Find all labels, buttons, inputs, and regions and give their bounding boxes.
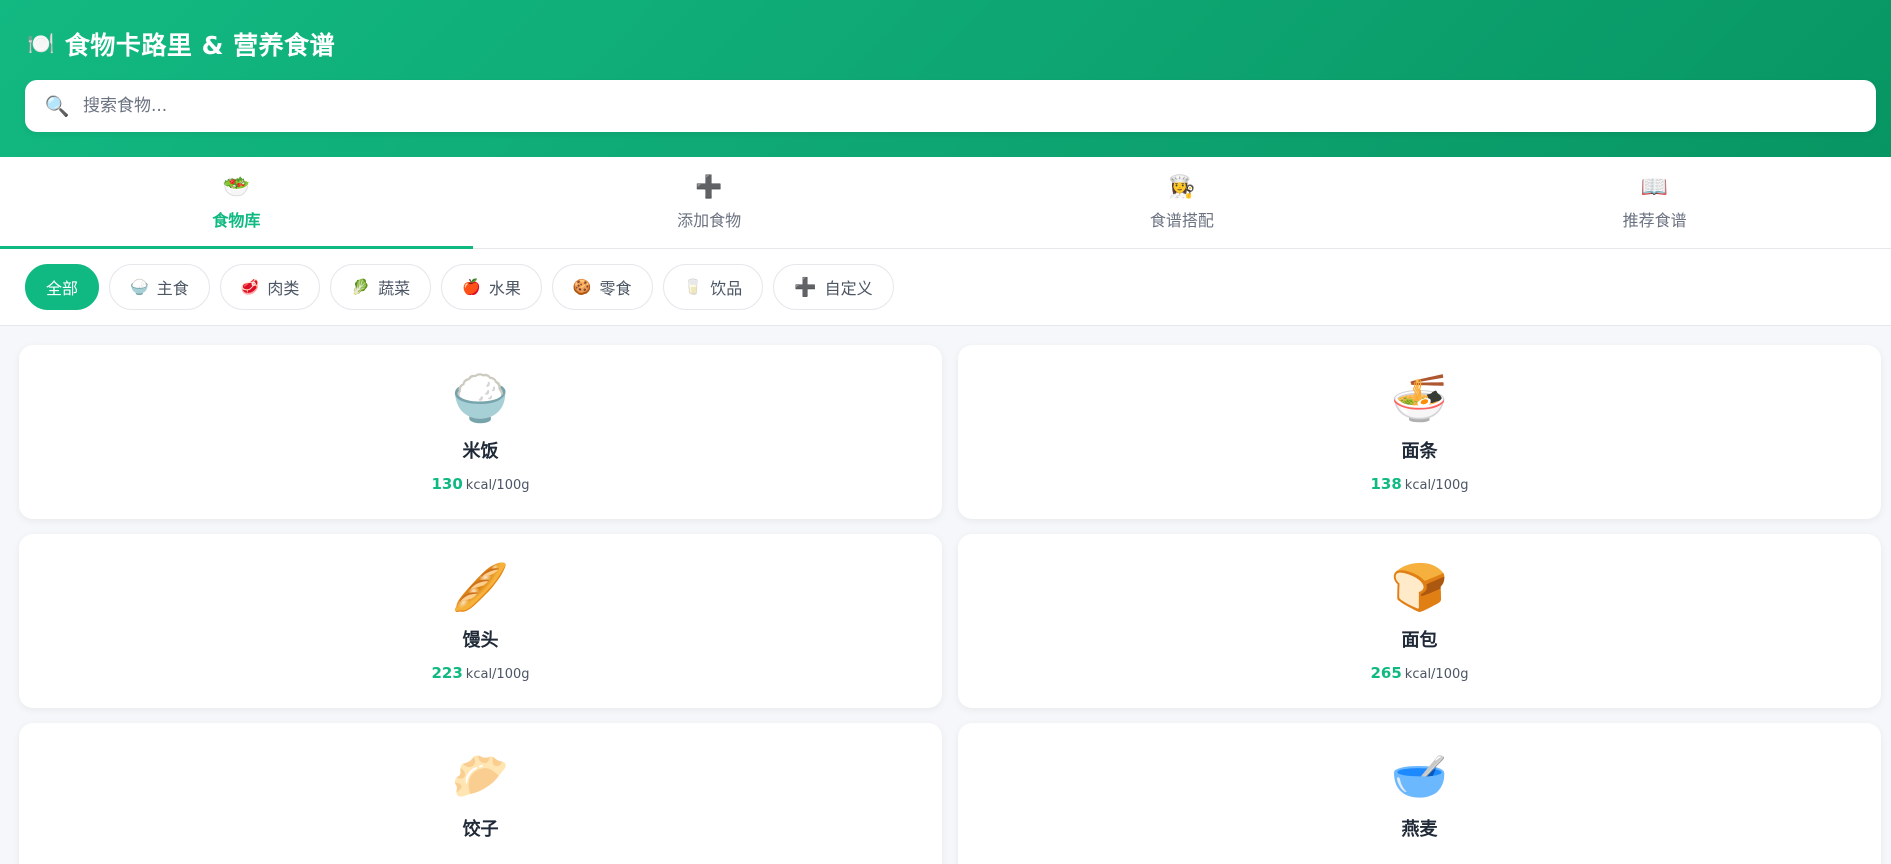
food-calories: 138 kcal/100g [1370,475,1468,493]
calorie-unit: kcal/100g [465,667,530,682]
search-icon: 🔍 [44,94,70,118]
cook-icon: 👩‍🍳 [1168,174,1196,200]
chip-label: 全部 [46,279,79,298]
category-chip-custom[interactable]: ➕ 自定义 [773,264,894,310]
food-card[interactable]: 🥟 饺子 [19,723,942,864]
category-chip-drink[interactable]: 🥛 饮品 [662,264,764,310]
tab-recipe-builder[interactable]: 👩‍🍳 食谱搭配 [946,157,1419,248]
calorie-unit: kcal/100g [1404,478,1469,493]
category-chip-meat[interactable]: 🥩 肉类 [219,264,321,310]
food-card[interactable]: 🍚 米饭 130 kcal/100g [19,345,942,519]
search-input[interactable] [83,80,1876,132]
food-name: 米饭 [462,441,499,462]
plate-icon: 🍽️ [27,31,55,57]
chip-label: 肉类 [267,279,300,298]
tab-food-library[interactable]: 🥗 食物库 [0,157,473,249]
rice-icon: 🍚 [130,278,149,296]
bread-icon: 🍞 [1390,560,1449,614]
food-name: 燕麦 [1401,819,1438,840]
category-chip-all[interactable]: 全部 [25,264,100,310]
tab-label: 食物库 [212,210,261,230]
vegetable-icon: 🥬 [351,278,371,296]
cookie-icon: 🍪 [572,278,592,296]
food-card[interactable]: 🥖 馒头 223 kcal/100g [19,534,942,708]
chip-label: 水果 [488,279,521,298]
food-name: 面包 [1401,630,1438,651]
tab-add-food[interactable]: ➕ 添加食物 [473,157,946,248]
category-chip-snack[interactable]: 🍪 零食 [551,264,653,310]
plus-icon: ➕ [794,276,817,298]
calorie-unit: kcal/100g [465,478,530,493]
book-icon: 📖 [1640,174,1669,200]
calorie-value: 223 [431,664,463,682]
dumpling-icon: 🥟 [451,749,510,803]
food-name: 面条 [1401,441,1438,462]
meat-icon: 🥩 [240,278,260,296]
cup-icon: 🥛 [683,278,703,296]
apple-icon: 🍎 [462,278,481,296]
food-name: 饺子 [462,819,499,840]
calorie-value: 265 [1370,664,1402,682]
food-card[interactable]: 🍜 面条 138 kcal/100g [958,345,1881,519]
calorie-unit: kcal/100g [1404,667,1469,682]
food-name: 馒头 [462,630,499,651]
tab-recommended-recipes[interactable]: 📖 推荐食谱 [1418,157,1891,248]
chip-label: 自定义 [824,279,873,298]
search-bar[interactable]: 🔍 [25,80,1876,132]
calorie-value: 138 [1370,475,1402,493]
category-chip-staple[interactable]: 🍚 主食 [109,264,210,310]
category-filter: 全部 🍚 主食 🥩 肉类 🥬 蔬菜 🍎 水果 🍪 零食 🥛 饮品 ➕ 自定义 [0,249,1891,326]
app-title-text: 食物卡路里 & 营养食谱 [64,31,336,60]
food-card[interactable]: 🥣 燕麦 [958,723,1881,864]
app-header: 🍽️ 食物卡路里 & 营养食谱 🔍 [0,0,1891,157]
category-chip-vegetable[interactable]: 🥬 蔬菜 [330,264,432,310]
food-calories: 130 kcal/100g [431,475,529,493]
tab-label: 食谱搭配 [1149,210,1214,230]
tab-label: 推荐食谱 [1622,210,1687,230]
chip-label: 蔬菜 [378,279,411,298]
app-title: 🍽️ 食物卡路里 & 营养食谱 [27,26,335,62]
noodles-icon: 🍜 [1390,371,1449,425]
main-tabs: 🥗 食物库 ➕ 添加食物 👩‍🍳 食谱搭配 📖 推荐食谱 [0,157,1891,249]
plus-icon: ➕ [695,174,723,200]
chip-label: 主食 [156,279,189,298]
salad-icon: 🥗 [222,174,251,200]
tab-label: 添加食物 [677,210,742,230]
bread-roll-icon: 🥖 [451,560,510,614]
chip-label: 零食 [599,279,632,298]
food-grid: 🍚 米饭 130 kcal/100g 🍜 面条 138 kcal/100g 🥖 馒头… [19,345,1882,864]
food-card[interactable]: 🍞 面包 265 kcal/100g [958,534,1881,708]
food-calories: 265 kcal/100g [1370,664,1468,682]
calorie-value: 130 [431,475,463,493]
category-chip-fruit[interactable]: 🍎 水果 [441,264,542,310]
rice-bowl-icon: 🍚 [451,371,510,425]
oatmeal-icon: 🥣 [1390,749,1449,803]
chip-label: 饮品 [710,279,743,298]
food-calories: 223 kcal/100g [431,664,529,682]
